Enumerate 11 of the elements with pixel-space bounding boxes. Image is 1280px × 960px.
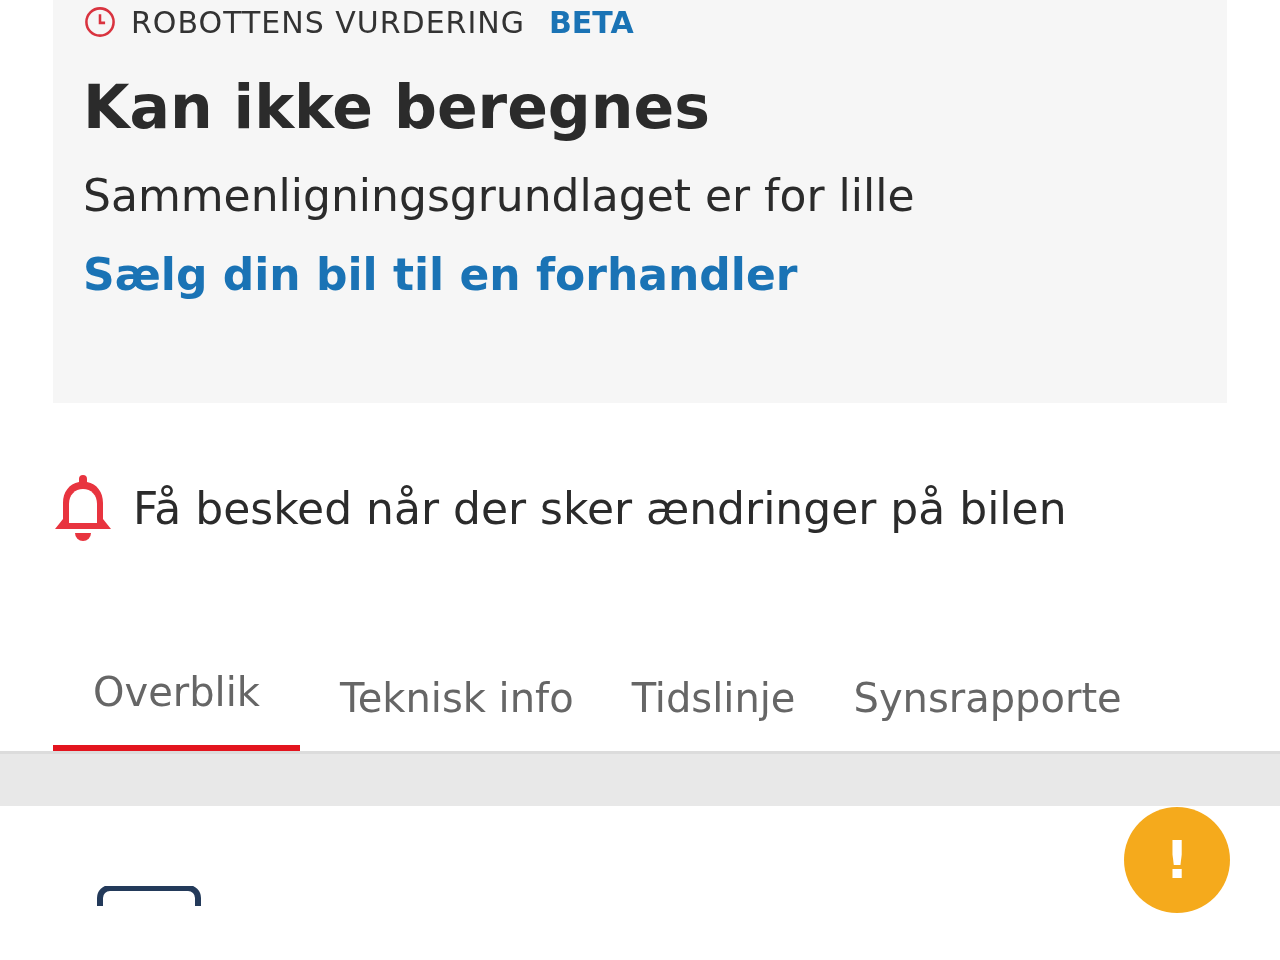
clock-icon bbox=[83, 5, 117, 39]
beta-label: BETA bbox=[549, 4, 634, 40]
sell-link[interactable]: Sælg din bil til en forhandler bbox=[83, 249, 1197, 300]
tab[interactable]: Teknisk info bbox=[340, 655, 574, 751]
screen-icon bbox=[97, 886, 201, 906]
valuation-message: Sammenligningsgrundlaget er for lille bbox=[83, 170, 916, 221]
section-label: ROBOTTENS VURDERING bbox=[131, 4, 525, 40]
valuation-title: Kan ikke beregnes bbox=[83, 72, 711, 142]
notify-link[interactable]: Få besked når der sker ændringer på bilen bbox=[133, 482, 1067, 534]
tab[interactable]: Tidslinje bbox=[631, 655, 796, 751]
tab[interactable]: Synsrapporte bbox=[853, 655, 1122, 751]
